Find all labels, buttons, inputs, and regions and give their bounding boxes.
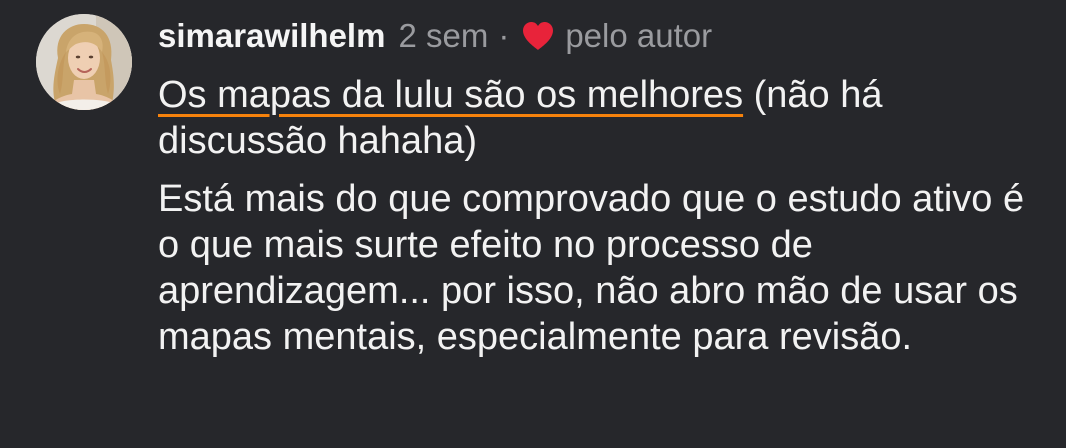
underlined-highlight: Os mapas da lulu são os melhores: [158, 74, 744, 116]
separator-dot: ·: [498, 17, 510, 54]
comment: simarawilhelm 2 sem · pelo autor Os mapa…: [0, 0, 1066, 448]
comment-paragraph-1: Os mapas da lulu são os melhores (não há…: [158, 72, 1038, 164]
comment-header: simarawilhelm 2 sem · pelo autor: [158, 14, 712, 58]
comment-body: Os mapas da lulu são os melhores (não há…: [158, 72, 1038, 360]
comment-paragraph-2: Está mais do que comprovado que o estudo…: [158, 178, 1025, 358]
avatar[interactable]: [36, 14, 132, 110]
username-link[interactable]: simarawilhelm: [158, 17, 385, 55]
profile-photo-icon: [36, 14, 132, 110]
heart-icon: [521, 21, 555, 51]
liked-by-author-label: pelo autor: [565, 17, 713, 54]
timestamp: 2 sem: [398, 17, 489, 54]
